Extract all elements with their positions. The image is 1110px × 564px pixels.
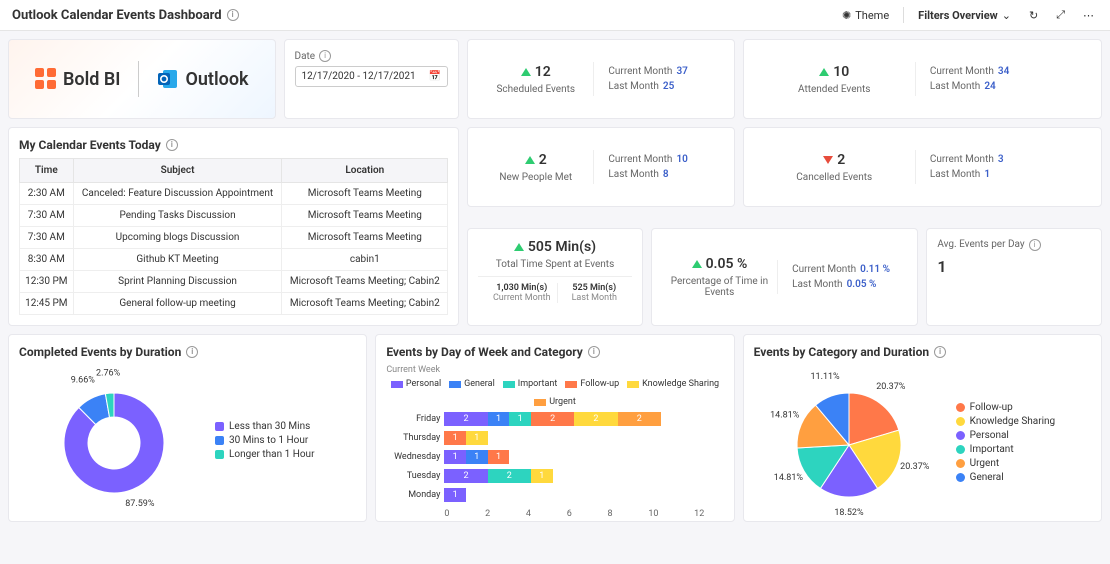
legend-item[interactable]: Knowledge Sharing [956, 416, 1056, 427]
legend-item[interactable]: Longer than 1 Hour [215, 449, 314, 460]
legend-item[interactable]: General [449, 379, 495, 389]
svg-text:14.81%: 14.81% [770, 410, 800, 420]
trend-up-icon [521, 68, 531, 76]
bar-row: Friday211222 [444, 411, 723, 427]
chart-subtitle: Current Week [386, 365, 723, 375]
refresh-button[interactable]: ↻ [1025, 7, 1042, 24]
info-icon[interactable]: i [319, 50, 331, 62]
legend-item[interactable]: 30 Mins to 1 Hour [215, 435, 314, 446]
calendar-icon: 📅 [429, 71, 441, 82]
legend-item[interactable]: Important [956, 444, 1056, 455]
table-row[interactable]: 12:45 PMGeneral follow-up meetingMicroso… [20, 293, 448, 315]
divider [903, 7, 904, 23]
legend-item[interactable]: Follow-up [956, 402, 1056, 413]
bar-legend: Personal General Important Follow-up Knowled… [386, 379, 723, 407]
trend-up-icon [692, 260, 702, 268]
info-icon[interactable]: i [186, 346, 198, 358]
more-button[interactable]: ⋯ [1079, 7, 1098, 24]
info-icon[interactable]: i [934, 346, 946, 358]
chart-completed-by-duration: Completed Events by Duration i 87.59%9.6… [8, 334, 367, 522]
kpi-cancelled-events: 2Cancelled Events Current Month 3Last Mo… [743, 127, 1102, 207]
table-row[interactable]: 7:30 AMUpcoming blogs DiscussionMicrosof… [20, 227, 448, 249]
date-range-input[interactable]: 12/17/2020 - 12/17/2021 📅 [295, 66, 449, 87]
trend-down-icon [823, 156, 833, 164]
dashboard-grid: Bold BI Outlook Date i 12/17/2020 - 12/1… [0, 31, 1110, 530]
stacked-bar-chart: Friday211222 Thursday11 Wednesday111 Tuesda… [386, 411, 723, 519]
boldbi-logo: Bold BI [35, 68, 121, 90]
table-row[interactable]: 12:30 PMSprint Planning DiscussionMicros… [20, 271, 448, 293]
legend-item[interactable]: Follow-up [565, 379, 619, 389]
donut-legend: Less than 30 Mins 30 Mins to 1 Hour Longer… [215, 418, 314, 463]
legend-item[interactable]: Important [503, 379, 558, 389]
svg-text:2.76%: 2.76% [96, 368, 121, 378]
legend-item[interactable]: Less than 30 Mins [215, 421, 314, 432]
legend-item[interactable]: Urgent [956, 458, 1056, 469]
date-label: Date i [295, 50, 449, 62]
bar-row: Wednesday111 [444, 449, 723, 465]
svg-text:20.37%: 20.37% [876, 382, 906, 392]
bar-row: Monday1 [444, 487, 723, 503]
trend-up-icon [525, 156, 535, 164]
table-header[interactable]: Time [20, 159, 74, 183]
pie-chart: 20.37% 20.37% 18.52% 14.81% 14.81% 11.11% [754, 365, 944, 520]
chart-by-category-duration: Events by Category and Duration i 20.37%… [743, 334, 1102, 522]
kpi-scheduled-events: 12Scheduled Events Current Month 37Last … [467, 39, 735, 119]
svg-text:9.66%: 9.66% [71, 376, 96, 386]
legend-item[interactable]: Urgent [534, 397, 576, 407]
kpi-total-time: 505 Min(s)Total Time Spent at Events 1,0… [467, 228, 643, 327]
info-icon[interactable]: i [227, 9, 239, 21]
bar-row: Tuesday221 [444, 468, 723, 484]
date-value: 12/17/2020 - 12/17/2021 [302, 71, 416, 82]
svg-text:14.81%: 14.81% [773, 473, 803, 483]
trend-up-icon [514, 243, 524, 251]
pie-legend: Follow-up Knowledge Sharing Personal Import… [956, 399, 1056, 486]
page-title: Outlook Calendar Events Dashboard i [12, 8, 239, 23]
kpi-attended-events: 10Attended Events Current Month 34Last M… [743, 39, 1102, 119]
events-today-card: My Calendar Events Today i TimeSubjectLo… [8, 127, 459, 326]
table-header[interactable]: Location [282, 159, 448, 183]
donut-chart: 87.59% 9.66%2.76% [19, 365, 199, 515]
trend-up-icon [819, 68, 829, 76]
top-bar: Outlook Calendar Events Dashboard i ✺ Th… [0, 0, 1110, 31]
table-row[interactable]: 7:30 AMPending Tasks DiscussionMicrosoft… [20, 205, 448, 227]
legend-item[interactable]: Personal [391, 379, 441, 389]
table-row[interactable]: 8:30 AMGithub KT Meetingcabin1 [20, 249, 448, 271]
events-table: TimeSubjectLocation 2:30 AMCanceled: Fea… [19, 158, 448, 315]
toolbar: ✺ Theme Filters Overview ⌄ ↻ ⤢ ⋯ [838, 6, 1098, 24]
info-icon[interactable]: i [588, 346, 600, 358]
svg-text:18.52%: 18.52% [834, 508, 864, 518]
date-filter-card: Date i 12/17/2020 - 12/17/2021 📅 [284, 39, 460, 119]
legend-item[interactable]: Knowledge Sharing [627, 379, 719, 389]
svg-text:20.37%: 20.37% [900, 462, 930, 472]
chevron-down-icon: ⌄ [1002, 9, 1011, 22]
bar-row: Thursday11 [444, 430, 723, 446]
legend-item[interactable]: General [956, 472, 1056, 483]
chart-by-day-category: Events by Day of Week and Category i Cur… [375, 334, 734, 522]
fullscreen-button[interactable]: ⤢ [1052, 6, 1069, 24]
svg-text:87.59%: 87.59% [125, 499, 155, 509]
info-icon[interactable]: i [166, 139, 178, 151]
logo-card: Bold BI Outlook [8, 39, 276, 119]
svg-text:11.11%: 11.11% [810, 372, 840, 382]
title-text: Outlook Calendar Events Dashboard [12, 8, 222, 23]
outlook-logo: Outlook [157, 68, 248, 90]
filters-button[interactable]: Filters Overview ⌄ [914, 7, 1015, 24]
charts-row: Completed Events by Duration i 87.59%9.6… [8, 334, 1102, 522]
table-header[interactable]: Subject [73, 159, 282, 183]
kpi-new-people: 2New People Met Current Month 10Last Mon… [467, 127, 735, 207]
kpi-pct-time: 0.05 %Percentage of Time in Events Curre… [651, 228, 919, 327]
theme-button[interactable]: ✺ Theme [838, 7, 893, 24]
kpi-avg-per-day: Avg. Events per Day i 1 [926, 228, 1102, 327]
info-icon[interactable]: i [1029, 239, 1041, 251]
table-row[interactable]: 2:30 AMCanceled: Feature Discussion Appo… [20, 183, 448, 205]
legend-item[interactable]: Personal [956, 430, 1056, 441]
